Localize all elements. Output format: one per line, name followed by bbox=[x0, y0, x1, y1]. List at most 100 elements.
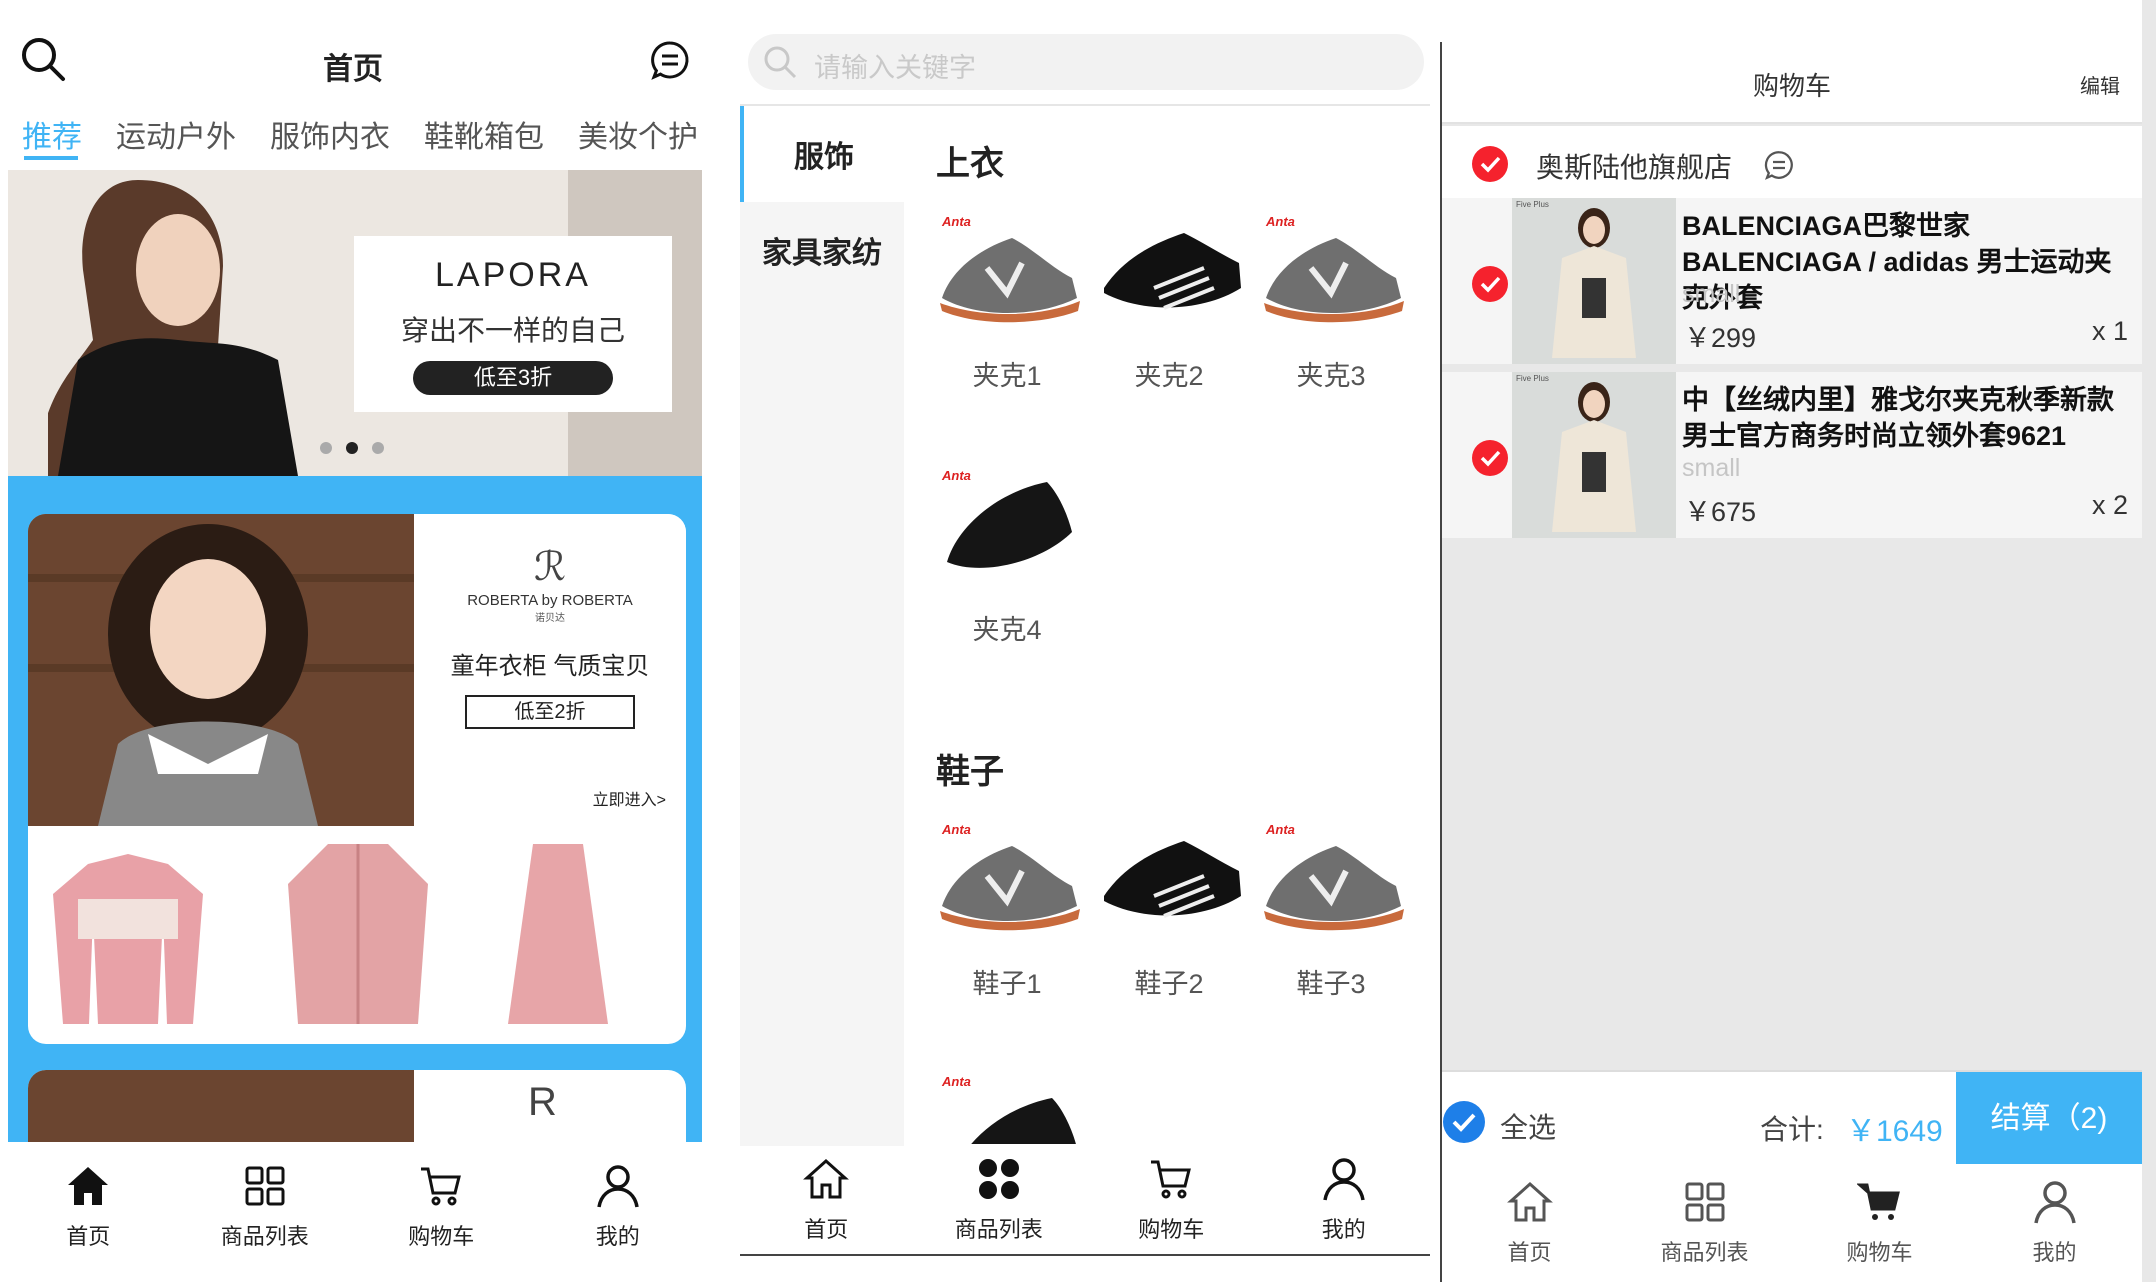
tab-home-nav[interactable]: 首页 bbox=[740, 1156, 913, 1244]
item-check[interactable] bbox=[1472, 440, 1508, 476]
product-image: Anta bbox=[932, 1068, 1082, 1144]
tab-sports[interactable]: 运动户外 bbox=[116, 112, 236, 156]
tab-cart-nav[interactable]: 购物车 bbox=[353, 1163, 530, 1251]
product-image bbox=[1094, 208, 1244, 338]
item-name[interactable]: 中【丝绒内里】雅戈尔夹克秋季新款男士官方商务时尚立领外套9621 bbox=[1682, 382, 2138, 454]
category-sidebar: 服饰 家具家纺 bbox=[740, 106, 904, 1146]
user-icon bbox=[1323, 1158, 1365, 1201]
promo-card[interactable]: ℛ ROBERTA by ROBERTA 诺贝达 童年衣柜 气质宝贝 低至2折 … bbox=[28, 514, 686, 1044]
grid-icon bbox=[1685, 1182, 1724, 1222]
promo-badge: 低至2折 bbox=[465, 695, 635, 729]
cart-summary-bar: 全选 合计: ￥1649 结算（2) bbox=[1442, 1070, 2142, 1166]
promo2-brand: R bbox=[528, 1080, 557, 1124]
page-title: 首页 bbox=[323, 53, 383, 86]
carousel-dots bbox=[320, 442, 384, 454]
edit-button[interactable]: 编辑 bbox=[2080, 70, 2120, 99]
brand-logo: Anta bbox=[942, 1074, 971, 1089]
home-icon bbox=[1506, 1181, 1553, 1222]
brand-logo: Anta bbox=[942, 214, 971, 229]
store-row: 奥斯陆他旗舰店 bbox=[1442, 126, 2142, 198]
promo-card-2[interactable]: R bbox=[28, 1070, 686, 1142]
search-icon bbox=[764, 46, 797, 79]
product-item[interactable]: 鞋子2 bbox=[1094, 816, 1244, 1001]
product-label: 夹克3 bbox=[1296, 361, 1366, 391]
promo-section: ℛ ROBERTA by ROBERTA 诺贝达 童年衣柜 气质宝贝 低至2折 … bbox=[8, 476, 702, 1142]
product-item-partial[interactable]: Anta bbox=[932, 1068, 1082, 1144]
product-item[interactable]: Anta 夹克1 bbox=[932, 208, 1082, 393]
message-icon[interactable] bbox=[1764, 150, 1794, 180]
product-image: Anta bbox=[1256, 208, 1406, 338]
promo-sweater-image bbox=[53, 854, 203, 1024]
product-label: 夹克1 bbox=[972, 361, 1042, 391]
tab-products-nav[interactable]: 商品列表 bbox=[1617, 1179, 1792, 1267]
tab-products-nav[interactable]: 商品列表 bbox=[913, 1156, 1086, 1244]
promo-child-image bbox=[28, 514, 414, 826]
item-thumbnail[interactable]: Five Plus bbox=[1512, 198, 1676, 364]
promo-brand: ROBERTA by ROBERTA bbox=[467, 592, 633, 609]
brand-logo: Anta bbox=[1266, 822, 1295, 837]
grid-icon bbox=[245, 1166, 285, 1206]
home-icon bbox=[68, 1167, 109, 1205]
item-qty: x 1 bbox=[2092, 316, 2129, 346]
banner-slogan: 穿出不一样的自己 bbox=[400, 315, 625, 346]
item-size: small bbox=[1682, 454, 1741, 482]
product-item[interactable]: Anta 鞋子3 bbox=[1256, 816, 1406, 1001]
product-item[interactable]: 夹克2 bbox=[1094, 208, 1244, 393]
bottom-tab-bar: 首页 商品列表 购物车 我的 bbox=[0, 1142, 706, 1272]
user-icon bbox=[597, 1165, 639, 1208]
tab-profile-nav[interactable]: 我的 bbox=[1258, 1156, 1431, 1244]
page-title: 购物车 bbox=[1752, 71, 1831, 101]
tab-home-nav[interactable]: 首页 bbox=[0, 1163, 177, 1251]
bottom-tab-bar: 首页 商品列表 购物车 我的 bbox=[740, 1146, 1430, 1256]
banner-model-image bbox=[48, 180, 298, 476]
active-tab-indicator bbox=[24, 156, 78, 160]
section-title-shoes: 鞋子 bbox=[936, 753, 1004, 791]
product-item[interactable]: Anta 鞋子1 bbox=[932, 816, 1082, 1001]
tab-beauty[interactable]: 美妆个护 bbox=[578, 112, 698, 156]
check-icon bbox=[1480, 156, 1501, 173]
tab-shoes-bags[interactable]: 鞋靴箱包 bbox=[424, 112, 544, 156]
home-icon bbox=[803, 1158, 850, 1199]
item-name[interactable]: BALENCIAGA巴黎世家BALENCIAGA / adidas 男士运动夹克… bbox=[1682, 208, 2138, 316]
tab-products-nav[interactable]: 商品列表 bbox=[177, 1163, 354, 1251]
search-bar[interactable]: 请输入关键字 bbox=[748, 34, 1424, 90]
banner-badge: 低至3折 bbox=[413, 361, 613, 395]
product-image bbox=[1094, 816, 1244, 946]
tab-profile-nav[interactable]: 我的 bbox=[530, 1163, 707, 1251]
store-check[interactable] bbox=[1472, 146, 1508, 182]
category-tabs: 推荐 运动户外 服饰内衣 鞋靴箱包 美妆个护 家 bbox=[22, 112, 706, 156]
item-thumbnail[interactable]: Five Plus bbox=[1512, 372, 1676, 538]
tab-cart-nav[interactable]: 购物车 bbox=[1792, 1179, 1967, 1267]
tab-recommend[interactable]: 推荐 bbox=[22, 112, 82, 156]
select-all-label[interactable]: 全选 bbox=[1500, 1106, 1556, 1146]
sidebar-item-furniture[interactable]: 家具家纺 bbox=[740, 202, 904, 298]
checkout-button[interactable]: 结算（2) bbox=[1956, 1072, 2142, 1166]
select-all-check-icon[interactable] bbox=[1442, 1100, 1486, 1144]
product-item[interactable]: Anta 夹克4 bbox=[932, 462, 1082, 647]
message-icon[interactable] bbox=[650, 40, 690, 80]
cart-icon bbox=[1856, 1183, 1900, 1220]
store-name[interactable]: 奥斯陆他旗舰店 bbox=[1536, 146, 1732, 186]
brand-logo: Anta bbox=[942, 822, 971, 837]
product-item[interactable]: Anta 夹克3 bbox=[1256, 208, 1406, 393]
tab-home-nav[interactable]: 首页 bbox=[1442, 1179, 1617, 1267]
total-label: 合计: bbox=[1760, 1114, 1824, 1145]
item-price: ￥675 bbox=[1684, 497, 1757, 527]
tab-profile-nav[interactable]: 我的 bbox=[1967, 1179, 2142, 1267]
banner-carousel[interactable]: LAPORA 穿出不一样的自己 低至3折 bbox=[8, 170, 702, 476]
banner-brand: LAPORA bbox=[435, 256, 591, 294]
section-title-tops: 上衣 bbox=[936, 145, 1004, 183]
promo-text-block: ℛ ROBERTA by ROBERTA 诺贝达 童年衣柜 气质宝贝 低至2折 … bbox=[414, 514, 686, 826]
tab-apparel[interactable]: 服饰内衣 bbox=[270, 112, 390, 156]
promo-blazer-image bbox=[288, 844, 428, 1024]
item-check[interactable] bbox=[1472, 266, 1508, 302]
item-size: small bbox=[1682, 280, 1741, 308]
check-icon bbox=[1480, 450, 1501, 467]
tab-cart-nav[interactable]: 购物车 bbox=[1085, 1156, 1258, 1244]
product-label: 夹克4 bbox=[972, 615, 1042, 645]
promo-enter-link[interactable]: 立即进入> bbox=[593, 786, 666, 810]
check-icon bbox=[1480, 276, 1501, 293]
promo-slogan: 童年衣柜 气质宝贝 bbox=[450, 653, 650, 680]
sidebar-item-apparel[interactable]: 服饰 bbox=[740, 106, 904, 202]
category-screen: 请输入关键字 服饰 家具家纺 上衣 Anta 夹克1 夹克2 Anta 夹克3 … bbox=[740, 0, 1430, 1282]
